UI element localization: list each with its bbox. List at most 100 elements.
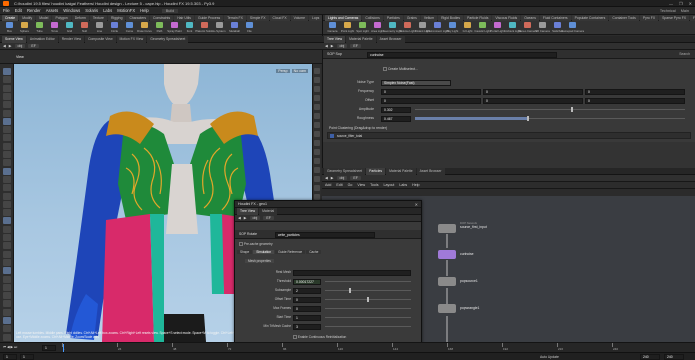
menu-windows[interactable]: Windows	[63, 8, 80, 13]
pin-tool-icon[interactable]	[3, 325, 11, 333]
float-tab-tree[interactable]: Tree View	[237, 207, 259, 215]
net-menu-add[interactable]: Add	[325, 183, 331, 187]
float-forward-icon[interactable]: ▶	[244, 216, 247, 220]
range-start-field[interactable]: 1	[3, 354, 17, 360]
float-close-icon[interactable]: ✕	[415, 202, 418, 207]
shelf-right-tool-volume-light[interactable]: Volume Light	[399, 22, 416, 33]
shelf-left-tool-curve[interactable]: Curve	[123, 22, 136, 33]
shelf-left-tab-simple-fx[interactable]: Simple FX	[246, 14, 269, 21]
shelf-left-tab-rigging[interactable]: Rigging	[107, 14, 126, 21]
shelf-right-tab-sparse-pyro-fx[interactable]: Sparse Pyro FX	[659, 14, 690, 21]
menu-edit[interactable]: Edit	[15, 8, 22, 13]
display-option-icon[interactable]	[314, 158, 320, 164]
display-option-icon[interactable]	[314, 185, 320, 191]
wireframe-tool-icon[interactable]	[3, 234, 11, 241]
shelf-right-tab-grains[interactable]: Grains	[403, 14, 420, 21]
float-back-icon[interactable]: ◀	[238, 216, 241, 220]
param-amplitude-slider[interactable]	[415, 109, 685, 110]
shelf-left-tool-circle[interactable]: Circle	[108, 22, 121, 33]
camera-menu-nocam[interactable]: No cam	[291, 69, 308, 73]
shelf-left-tab-volume[interactable]: Volume	[290, 14, 308, 21]
camera-tool-icon[interactable]	[3, 151, 11, 158]
param-amplitude-field[interactable]: 0.302	[381, 106, 411, 113]
minimize-button[interactable]: —	[669, 1, 673, 6]
shelf-left-tool-metaball[interactable]: Metaball	[228, 22, 241, 33]
shelf-left-tool-line[interactable]: Line	[93, 22, 106, 33]
float-subsample-slider[interactable]	[325, 290, 411, 291]
shelf-right-tab-collisions[interactable]: Collisions	[362, 14, 383, 21]
shelf-right-tab-fem[interactable]: FEM	[690, 14, 695, 21]
display-tool-icon[interactable]	[3, 175, 11, 183]
grid-tool-icon[interactable]	[3, 192, 11, 200]
net-menu-tools[interactable]: Tools	[370, 183, 378, 187]
display-option-icon[interactable]	[314, 104, 320, 110]
float-tab-material[interactable]: Material	[259, 207, 278, 215]
float-path-obj[interactable]: obj	[249, 216, 261, 220]
float-mintrimesh-slider[interactable]	[325, 326, 411, 327]
tab-material-palette[interactable]: Material Palette	[346, 35, 376, 43]
net-menu-labs[interactable]: Labs	[399, 183, 407, 187]
param-noise-type-menu[interactable]: Simplex Noise(Fast)	[381, 79, 451, 86]
auto-update-label[interactable]: Auto Update	[540, 355, 559, 359]
tab-motionfx-view[interactable]: Motion FX View	[116, 35, 147, 43]
param-frequency-z[interactable]: 0	[585, 88, 685, 95]
menu-render[interactable]: Render	[27, 8, 41, 13]
display-option-icon[interactable]	[314, 140, 320, 146]
float-param-threshold[interactable]: 0.00017227	[293, 278, 321, 285]
float-param-subsample[interactable]: 2	[293, 287, 321, 294]
display-option-icon[interactable]	[314, 131, 320, 137]
display-option-icon[interactable]	[314, 68, 320, 74]
float-offset-handle[interactable]	[367, 297, 369, 302]
shelf-right-tool-gi-light[interactable]: GI Light	[461, 22, 474, 33]
shelf-right-tab-fluid-containers[interactable]: Fluid Containers	[539, 14, 571, 21]
bounding-box-tool-icon[interactable]	[3, 258, 11, 266]
display-option-icon[interactable]	[314, 77, 320, 83]
shelf-right-tool-portal-light[interactable]: Portal Light	[490, 22, 505, 33]
float-subtab-simulation[interactable]: Simulation	[253, 250, 275, 254]
params-group-list[interactable]: source_filter_total	[327, 132, 691, 139]
net-menu-view[interactable]: View	[357, 183, 365, 187]
shelf-right-tab-particle-fluids[interactable]: Particle Fluids	[464, 14, 492, 21]
net-back-icon[interactable]: ◀	[325, 176, 328, 180]
shelf-left-tool-sphere[interactable]: Sphere	[18, 22, 31, 33]
net-menu-help[interactable]: Help	[412, 183, 419, 187]
shelf-left-tool-null[interactable]: Null	[78, 22, 91, 33]
menu-main[interactable]: Main	[681, 9, 689, 13]
tab-net-particles[interactable]: Particles	[366, 167, 386, 175]
display-option-icon[interactable]	[314, 167, 320, 173]
float-param-offset-time[interactable]: 0	[293, 296, 321, 303]
shelf-right-tool-sky-light[interactable]: Sky Light	[446, 22, 459, 33]
shelf-right-tab-particles[interactable]: Particles	[383, 14, 403, 21]
shelf-left-tool-l-system[interactable]: L-System	[213, 22, 226, 33]
display-option-icon[interactable]	[314, 149, 320, 155]
params-back-icon[interactable]: ◀	[325, 44, 328, 48]
shelf-left-tab-cloud-fx[interactable]: Cloud FX	[269, 14, 290, 21]
display-option-icon[interactable]	[314, 95, 320, 101]
menu-assets[interactable]: Assets	[46, 8, 59, 13]
shelf-right-tab-vellum[interactable]: Vellum	[420, 14, 438, 21]
shelf-left-tool-path[interactable]: Path	[153, 22, 166, 33]
shelf-right-tool-camera[interactable]: Camera	[326, 22, 339, 33]
display-option-icon[interactable]	[314, 122, 320, 128]
shelf-right-tool-vr-camera[interactable]: VR Camera	[535, 22, 550, 33]
handle-tool-icon[interactable]	[3, 101, 11, 109]
float-subtab-guide[interactable]: Guide Reference	[275, 250, 306, 254]
params-path-node[interactable]: EF	[350, 44, 361, 48]
desktop-dropdown[interactable]: Build	[161, 8, 179, 13]
display-option-icon[interactable]	[314, 176, 320, 182]
net-menu-edit[interactable]: Edit	[336, 183, 342, 187]
params-path-obj[interactable]: obj	[336, 44, 348, 48]
shelf-left-tool-box[interactable]: Box	[3, 22, 16, 33]
menu-file[interactable]: File	[3, 8, 10, 13]
shelf-left-tab-lops[interactable]: Lops	[308, 14, 323, 21]
shelf-left-tab-create[interactable]: Create	[2, 14, 19, 21]
shelf-right-tab-oceans[interactable]: Oceans	[521, 14, 539, 21]
net-path-obj[interactable]: obj	[336, 176, 348, 180]
light-tool-icon[interactable]	[3, 159, 11, 167]
timeline[interactable]: ⏮ ◀ ▶ ⏭ 1 124487296120144168192216240	[0, 342, 695, 352]
params-node-name[interactable]: curlnoise	[367, 51, 557, 58]
shelf-left-tab-polygon[interactable]: Polygon	[52, 14, 71, 21]
menu-help[interactable]: Help	[140, 8, 149, 13]
pose-tool-icon[interactable]	[3, 109, 11, 117]
snap-tool-icon[interactable]	[3, 142, 11, 150]
